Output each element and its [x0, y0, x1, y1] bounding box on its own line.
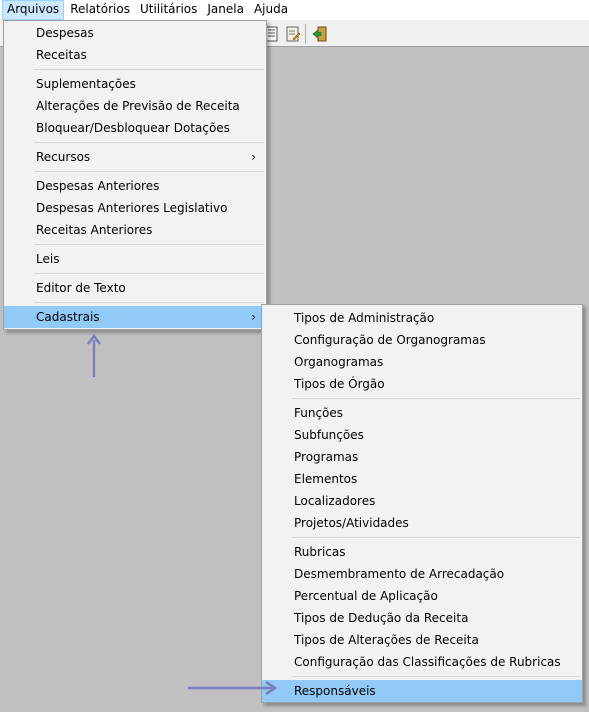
menu-item-label: Cadastrais: [36, 310, 100, 324]
menu-janela[interactable]: Janela: [203, 0, 248, 20]
menu-item-elementos[interactable]: Elementos: [262, 468, 582, 490]
menu-ajuda[interactable]: Ajuda: [250, 0, 292, 20]
menu-item-percentual-de-aplicacao[interactable]: Percentual de Aplicação: [262, 585, 582, 607]
menu-item-tipos-de-deducao-da-receita[interactable]: Tipos de Dedução da Receita: [262, 607, 582, 629]
menu-item-responsaveis[interactable]: Responsáveis: [262, 680, 582, 702]
menu-item-editor-de-texto[interactable]: Editor de Texto: [4, 277, 266, 299]
menu-separator: [4, 241, 266, 248]
menu-item-tipos-de-alteracoes-de-receita[interactable]: Tipos de Alterações de Receita: [262, 629, 582, 651]
menu-item-leis[interactable]: Leis: [4, 248, 266, 270]
chevron-right-icon: ›: [251, 150, 256, 164]
menu-separator: [4, 168, 266, 175]
menu-item-programas[interactable]: Programas: [262, 446, 582, 468]
arrow-up-icon: [87, 334, 101, 377]
menu-separator: [262, 534, 582, 541]
menu-arquivos[interactable]: Arquivos: [2, 0, 65, 20]
menu-item-funcoes[interactable]: Funções: [262, 402, 582, 424]
menu-item-receitas[interactable]: Receitas: [4, 44, 266, 66]
menu-item-tipos-de-administracao[interactable]: Tipos de Administração: [262, 307, 582, 329]
menu-separator: [4, 139, 266, 146]
menu-item-label: Recursos: [36, 150, 91, 164]
menu-item-rubricas[interactable]: Rubricas: [262, 541, 582, 563]
chevron-right-icon: ›: [251, 310, 256, 324]
arquivos-dropdown: Despesas Receitas Suplementações Alteraç…: [3, 20, 267, 330]
menu-item-organogramas[interactable]: Organogramas: [262, 351, 582, 373]
cadastrais-submenu: Tipos de Administração Configuração de O…: [261, 304, 583, 703]
arrow-right-icon: [188, 681, 278, 695]
menu-separator: [4, 270, 266, 277]
toolbar-separator: [305, 24, 306, 44]
menu-separator: [262, 673, 582, 680]
menu-item-despesas-anteriores-legislativo[interactable]: Despesas Anteriores Legislativo: [4, 197, 266, 219]
menu-item-tipos-de-orgao[interactable]: Tipos de Órgão: [262, 373, 582, 395]
menu-separator: [262, 395, 582, 402]
menu-separator: [4, 66, 266, 73]
menu-item-configuracao-classificacoes-rubricas[interactable]: Configuração das Classificações de Rubri…: [262, 651, 582, 673]
menu-item-bloquear-desbloquear-dotacoes[interactable]: Bloquear/Desbloquear Dotações: [4, 117, 266, 139]
menu-item-receitas-anteriores[interactable]: Receitas Anteriores: [4, 219, 266, 241]
menu-item-desmembramento-de-arrecadacao[interactable]: Desmembramento de Arrecadação: [262, 563, 582, 585]
menu-bar: Arquivos Relatórios Utilitários Janela A…: [0, 0, 589, 20]
menu-item-localizadores[interactable]: Localizadores: [262, 490, 582, 512]
menu-item-projetos-atividades[interactable]: Projetos/Atividades: [262, 512, 582, 534]
menu-item-cadastrais[interactable]: Cadastrais ›: [4, 306, 266, 328]
menu-item-subfuncoes[interactable]: Subfunções: [262, 424, 582, 446]
menu-item-recursos[interactable]: Recursos ›: [4, 146, 266, 168]
menu-item-despesas[interactable]: Despesas: [4, 22, 266, 44]
menu-separator: [4, 299, 266, 306]
menu-item-despesas-anteriores[interactable]: Despesas Anteriores: [4, 175, 266, 197]
menu-item-configuracao-de-organogramas[interactable]: Configuração de Organogramas: [262, 329, 582, 351]
menu-item-suplementacoes[interactable]: Suplementações: [4, 73, 266, 95]
exit-door-icon[interactable]: [310, 24, 329, 43]
menu-relatorios[interactable]: Relatórios: [66, 0, 134, 20]
menu-item-alteracoes-previsao-receita[interactable]: Alterações de Previsão de Receita: [4, 95, 266, 117]
menu-utilitarios[interactable]: Utilitários: [136, 0, 201, 20]
edit-document-icon[interactable]: [283, 24, 302, 43]
